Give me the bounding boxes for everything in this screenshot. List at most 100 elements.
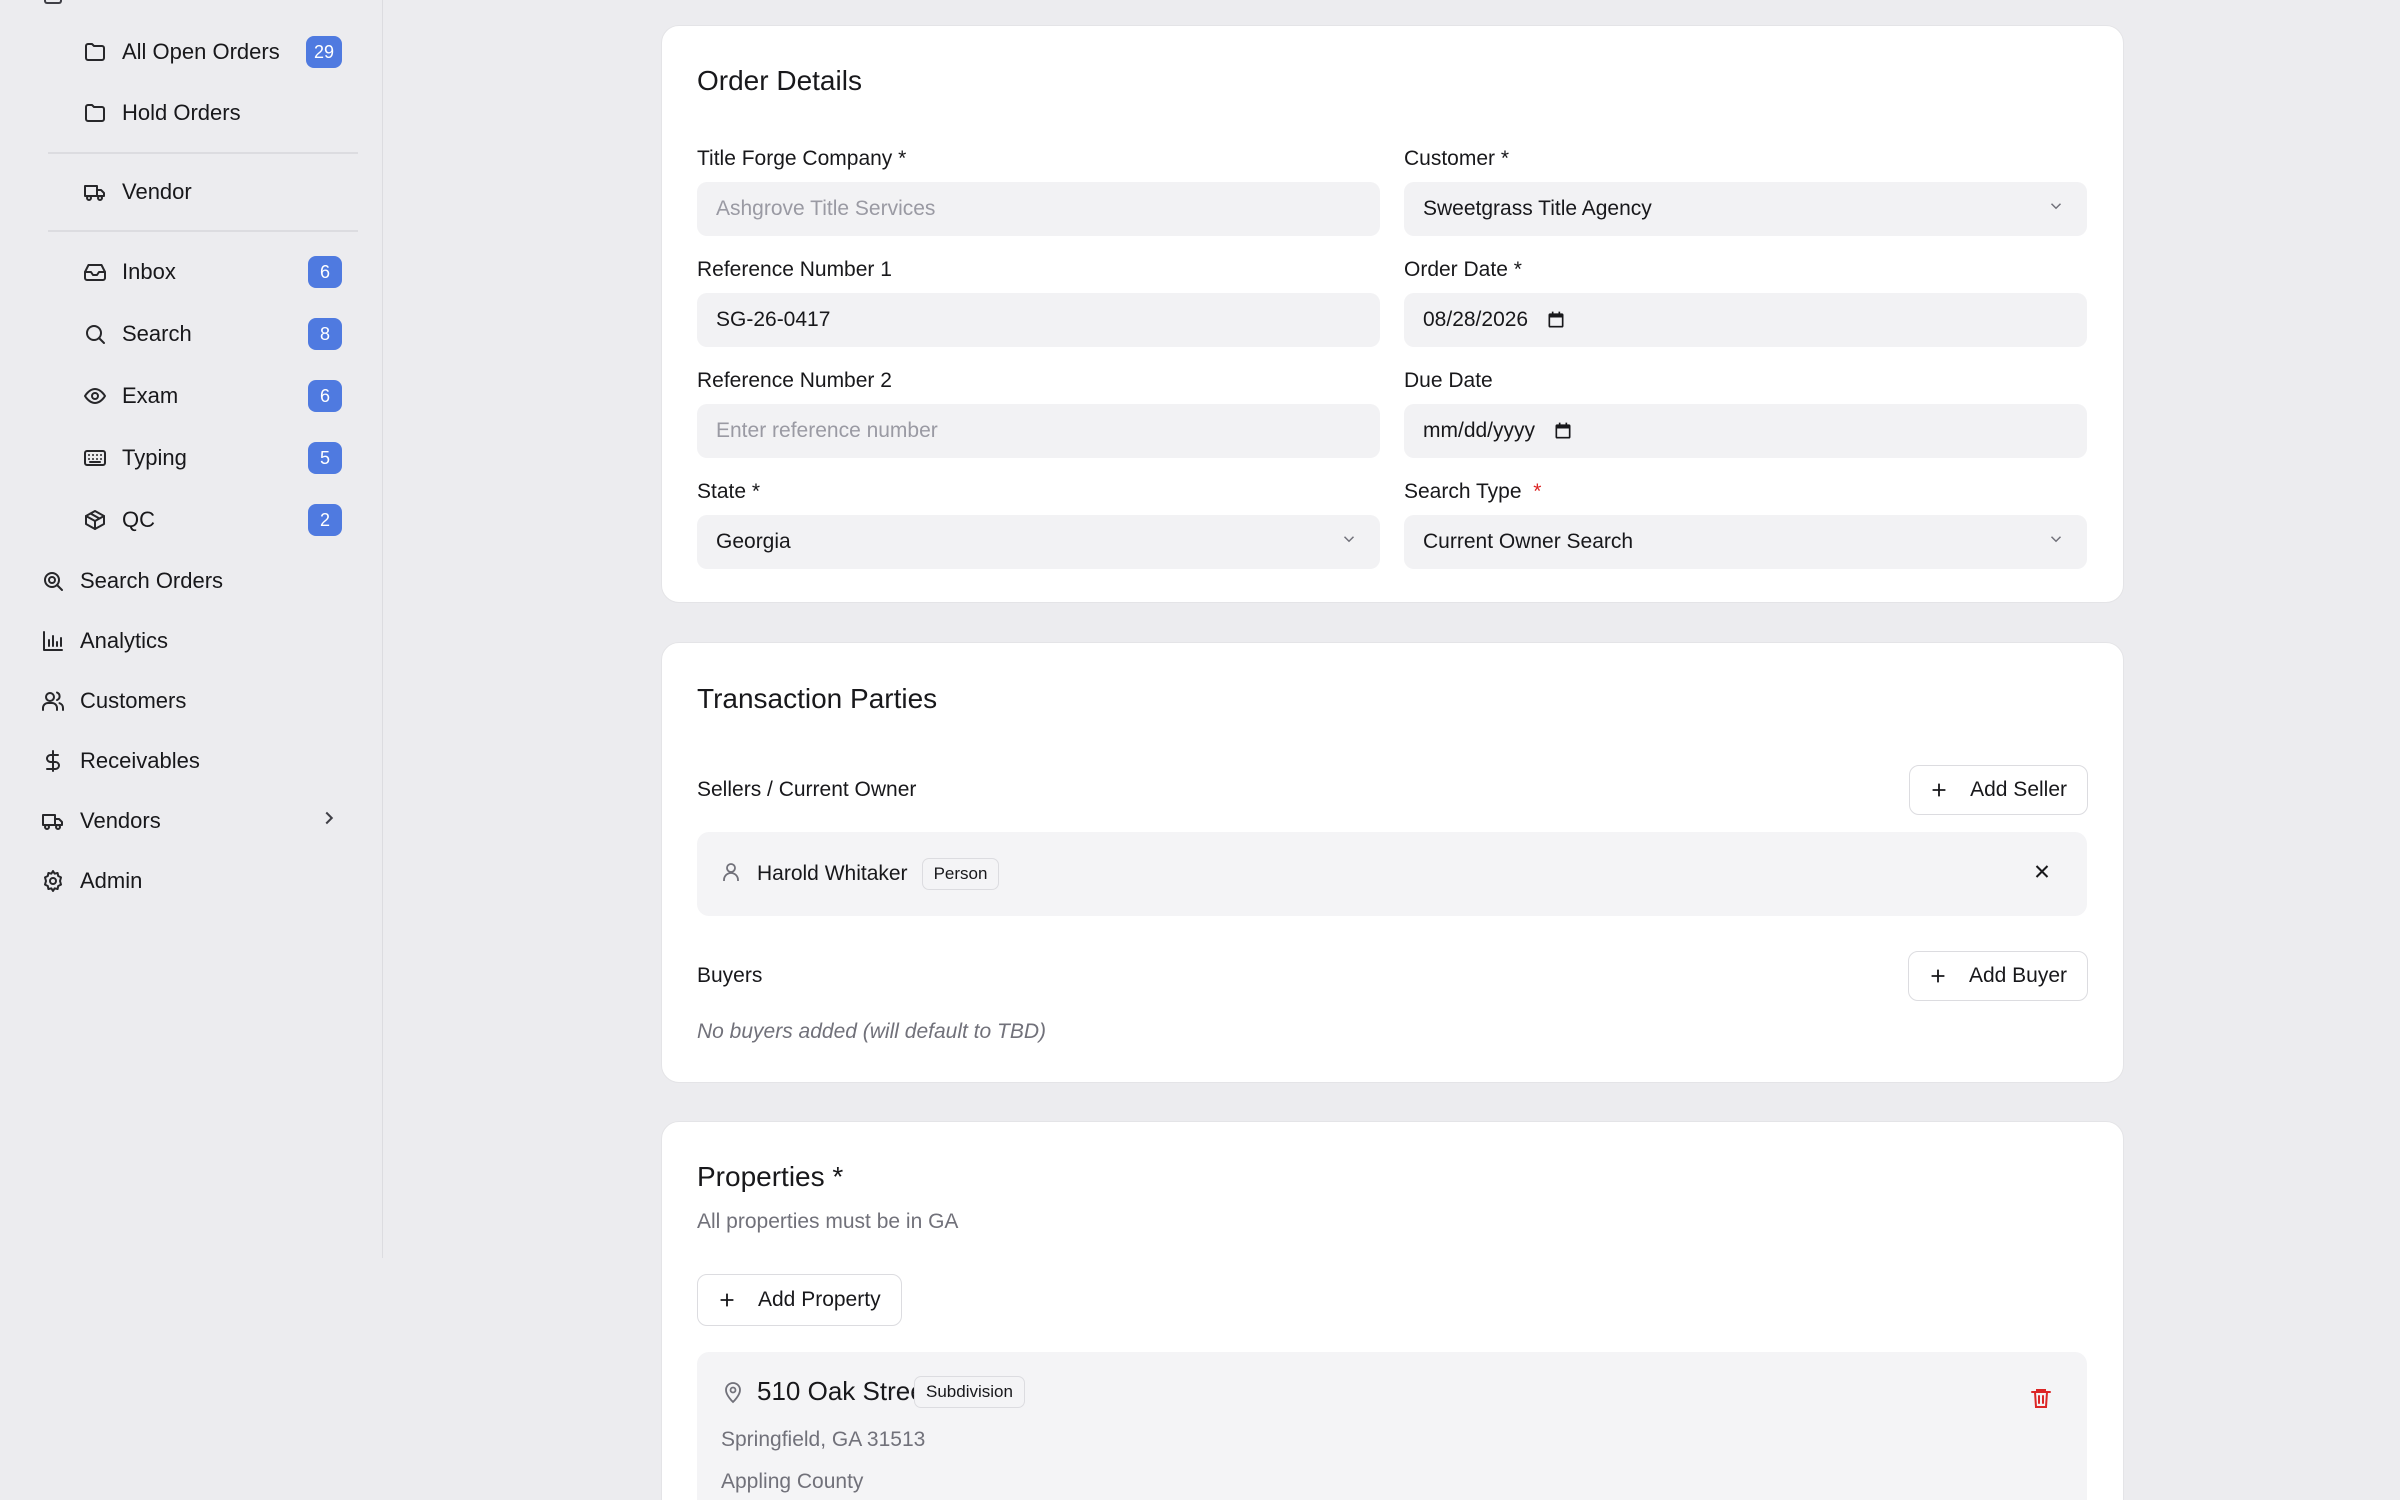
folder-icon bbox=[82, 39, 108, 65]
count-badge: 5 bbox=[308, 442, 342, 474]
trash-icon[interactable] bbox=[2029, 1386, 2053, 1415]
sidebar-item-label: Search bbox=[122, 321, 192, 346]
search-zoom-icon bbox=[40, 568, 66, 594]
order-details-card: Order Details Title Forge Company * Ashg… bbox=[661, 25, 2124, 603]
order-date-input[interactable]: 08/28/2026 bbox=[1404, 293, 2087, 347]
buyers-label: Buyers bbox=[697, 964, 763, 987]
sidebar-item-all-open-orders[interactable]: All Open Orders 29 bbox=[82, 28, 342, 76]
inbox-icon bbox=[82, 259, 108, 285]
calendar-icon[interactable] bbox=[1553, 421, 1573, 441]
count-badge: 8 bbox=[308, 318, 342, 350]
search-type-select[interactable]: Current Owner Search bbox=[1404, 515, 2087, 569]
field-value: Sweetgrass Title Agency bbox=[1423, 197, 1652, 220]
calendar-icon[interactable] bbox=[1546, 310, 1566, 330]
field-label: State * bbox=[697, 480, 761, 503]
remove-seller-icon[interactable] bbox=[2031, 861, 2053, 888]
sidebar-item-qc[interactable]: QC 2 bbox=[82, 496, 342, 544]
sidebar-item-label: Exam bbox=[122, 383, 179, 408]
field-label-text: Search Type bbox=[1404, 480, 1522, 503]
button-label: Add Seller bbox=[1970, 778, 2067, 801]
property-type-tag: Subdivision bbox=[914, 1376, 1025, 1408]
bar-chart-icon bbox=[40, 628, 66, 654]
sidebar-divider bbox=[48, 230, 358, 232]
sidebar-item-search[interactable]: Search 8 bbox=[82, 310, 342, 358]
field-label: Due Date bbox=[1404, 369, 1493, 392]
field-value: Georgia bbox=[716, 530, 791, 553]
sidebar-item-label: All Open Orders bbox=[122, 39, 280, 64]
sidebar-item-label: Hold Orders bbox=[122, 100, 241, 125]
field-value: Ashgrove Title Services bbox=[716, 197, 936, 220]
eye-icon bbox=[82, 383, 108, 409]
dollar-icon bbox=[40, 748, 66, 774]
sidebar-item-analytics[interactable]: Analytics bbox=[40, 617, 380, 665]
property-city-line: Springfield, GA 31513 bbox=[721, 1428, 926, 1451]
truck-icon bbox=[40, 808, 66, 834]
property-county: Appling County bbox=[721, 1470, 864, 1493]
sidebar-item-vendors[interactable]: Vendors bbox=[40, 797, 380, 845]
field-label: Title Forge Company * bbox=[697, 147, 907, 170]
keyboard-icon bbox=[82, 445, 108, 471]
field-placeholder: Enter reference number bbox=[716, 419, 938, 442]
add-seller-button[interactable]: Add Seller bbox=[1909, 765, 2088, 815]
sidebar-item-label: Search Orders bbox=[80, 568, 224, 593]
sellers-label: Sellers / Current Owner bbox=[697, 778, 917, 801]
sidebar-divider bbox=[48, 152, 358, 154]
button-label: Add Property bbox=[758, 1288, 881, 1311]
field-value: SG-26-0417 bbox=[716, 308, 831, 331]
sidebar-item-label: Vendors bbox=[80, 808, 161, 833]
sidebar-item-label: Typing bbox=[122, 445, 187, 470]
plus-icon bbox=[720, 1293, 734, 1307]
section-title: Properties * bbox=[697, 1161, 844, 1192]
count-badge: 6 bbox=[308, 380, 342, 412]
sidebar-item-admin[interactable]: Admin bbox=[40, 857, 380, 905]
required-mark: * bbox=[1533, 480, 1542, 503]
state-select[interactable]: Georgia bbox=[697, 515, 1380, 569]
chevron-down-icon bbox=[2047, 197, 2065, 221]
field-label: Search Type * bbox=[1404, 480, 1541, 504]
search-icon bbox=[82, 321, 108, 347]
sidebar-item-label: QC bbox=[122, 507, 155, 532]
gear-icon bbox=[40, 868, 66, 894]
due-date-input[interactable]: mm/dd/yyyy bbox=[1404, 404, 2087, 458]
chevron-down-icon bbox=[2047, 530, 2065, 554]
field-label: Reference Number 2 bbox=[697, 369, 892, 392]
sidebar-item-label: Customers bbox=[80, 688, 187, 713]
reference-number-1-input[interactable]: SG-26-0417 bbox=[697, 293, 1380, 347]
field-label: Reference Number 1 bbox=[697, 258, 892, 281]
chevron-right-icon[interactable] bbox=[318, 807, 340, 835]
transaction-parties-card: Transaction Parties Sellers / Current Ow… bbox=[661, 642, 2124, 1083]
field-label: Customer * bbox=[1404, 147, 1510, 170]
field-placeholder: mm/dd/yyyy bbox=[1423, 419, 1536, 442]
field-value: Current Owner Search bbox=[1423, 530, 1634, 553]
seller-name: Harold Whitaker bbox=[757, 862, 908, 885]
sidebar-item-label: Analytics bbox=[80, 628, 169, 653]
sidebar-item-label: Admin bbox=[80, 868, 143, 893]
reference-number-2-input[interactable]: Enter reference number bbox=[697, 404, 1380, 458]
folder-icon bbox=[82, 100, 108, 126]
sidebar-item-exam[interactable]: Exam 6 bbox=[82, 372, 342, 420]
sidebar-item-hold-orders[interactable]: Hold Orders bbox=[82, 89, 342, 137]
user-icon bbox=[719, 860, 743, 889]
sidebar-item-vendor[interactable]: Vendor bbox=[82, 168, 342, 216]
party-type-tag: Person bbox=[921, 858, 1000, 890]
sidebar-item-label: Vendor bbox=[122, 179, 192, 204]
customer-select[interactable]: Sweetgrass Title Agency bbox=[1404, 182, 2087, 236]
title-forge-company-field: Ashgrove Title Services bbox=[697, 182, 1380, 236]
sidebar-item-customers[interactable]: Customers bbox=[40, 677, 380, 725]
sidebar-item-search-orders[interactable]: Search Orders bbox=[40, 557, 380, 605]
add-buyer-button[interactable]: Add Buyer bbox=[1907, 951, 2088, 1001]
property-item: 510 Oak Street Subdivision Springfield, … bbox=[697, 1352, 2087, 1500]
field-value: 08/28/2026 bbox=[1423, 308, 1529, 331]
sidebar-item-receivables[interactable]: Receivables bbox=[40, 737, 380, 785]
package-check-icon bbox=[82, 507, 108, 533]
sidebar-item-inbox[interactable]: Inbox 6 bbox=[82, 248, 342, 296]
map-pin-icon bbox=[721, 1380, 745, 1409]
properties-card: Properties * All properties must be in G… bbox=[661, 1121, 2124, 1500]
truck-icon bbox=[82, 179, 108, 205]
add-property-button[interactable]: Add Property bbox=[697, 1274, 902, 1326]
count-badge: 2 bbox=[308, 504, 342, 536]
section-title: Order Details bbox=[697, 65, 862, 96]
plus-icon bbox=[1931, 969, 1945, 983]
plus-icon bbox=[1932, 783, 1946, 797]
sidebar-item-typing[interactable]: Typing 5 bbox=[82, 434, 342, 482]
